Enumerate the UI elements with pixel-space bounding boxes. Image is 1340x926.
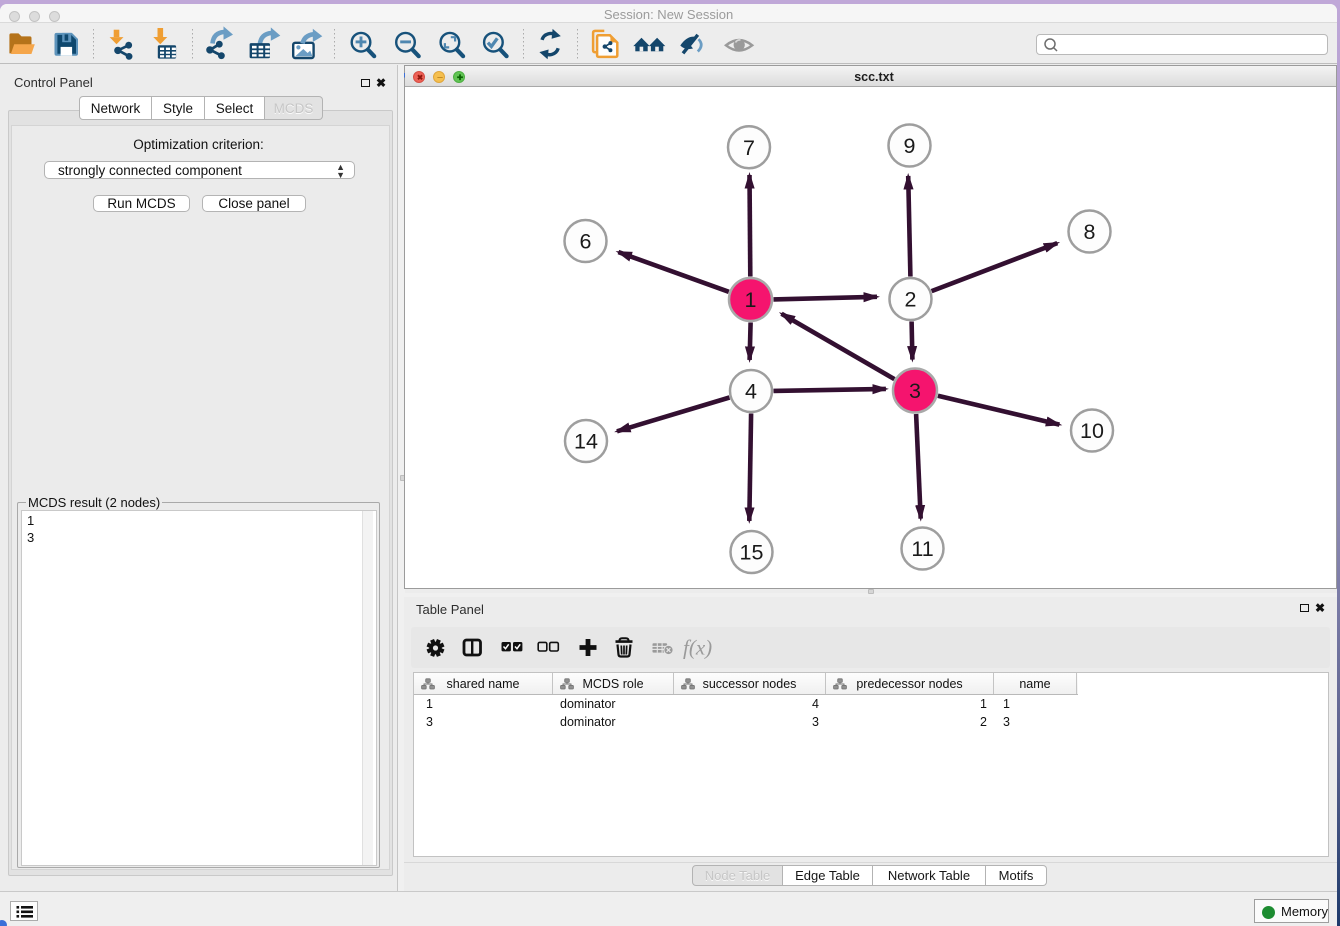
svg-text:11: 11 — [911, 537, 933, 561]
svg-text:15: 15 — [740, 541, 764, 565]
svg-text:9: 9 — [904, 134, 916, 158]
svg-text:7: 7 — [743, 136, 755, 160]
svg-text:3: 3 — [909, 379, 921, 403]
svg-text:1: 1 — [745, 288, 757, 312]
svg-text:4: 4 — [745, 380, 757, 404]
svg-text:8: 8 — [1084, 220, 1096, 244]
svg-text:6: 6 — [580, 230, 592, 254]
svg-text:10: 10 — [1080, 419, 1104, 443]
svg-text:f(x): f(x) — [683, 636, 712, 660]
svg-text:14: 14 — [574, 430, 598, 454]
svg-text:2: 2 — [905, 288, 917, 312]
